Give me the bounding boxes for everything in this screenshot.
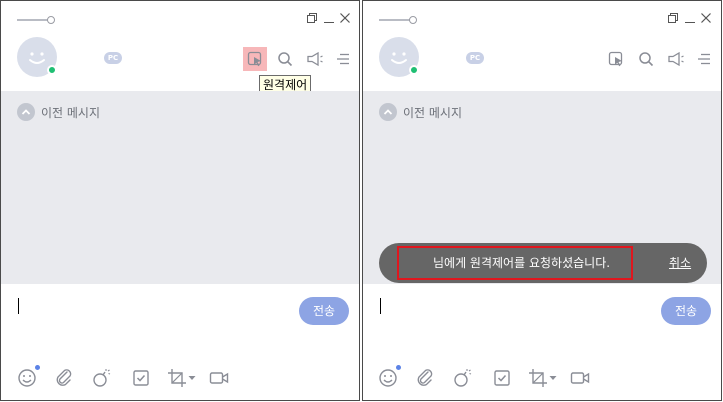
remote-control-button[interactable] (604, 47, 628, 71)
bomb-icon (454, 369, 472, 387)
new-emoji-dot (35, 365, 40, 370)
slider-knob[interactable] (409, 16, 417, 24)
video-icon (209, 372, 229, 384)
capture-button[interactable] (528, 368, 548, 388)
online-status-dot (409, 65, 419, 75)
remote-control-button[interactable] (243, 47, 267, 71)
new-emoji-dot (396, 365, 401, 370)
video-call-button[interactable] (570, 368, 590, 388)
previous-messages-button[interactable]: 이전 메시지 (17, 103, 100, 121)
emoji-button[interactable] (17, 368, 37, 388)
chevron-up-icon (17, 103, 35, 121)
attach-button[interactable] (54, 368, 74, 388)
slider-track (17, 19, 51, 21)
video-call-button[interactable] (209, 368, 229, 388)
checklist-button[interactable] (492, 368, 512, 388)
cancel-request-link[interactable]: 취소 (669, 243, 691, 283)
check-icon (133, 370, 149, 386)
search-icon (639, 52, 654, 67)
emoji-icon (379, 369, 397, 387)
previous-messages-button[interactable]: 이전 메시지 (379, 103, 462, 121)
capture-options-button[interactable] (548, 368, 558, 388)
bomb-icon (93, 369, 111, 387)
emoji-button[interactable] (378, 368, 398, 388)
previous-messages-label: 이전 메시지 (41, 105, 101, 120)
opacity-slider[interactable] (379, 16, 417, 24)
bomb-message-button[interactable] (91, 368, 111, 388)
restore-icon[interactable] (667, 12, 679, 24)
send-button[interactable]: 전송 (661, 297, 711, 325)
video-icon (570, 372, 590, 384)
text-caret (18, 298, 19, 314)
menu-button[interactable] (331, 47, 355, 71)
close-icon[interactable] (700, 12, 712, 24)
capture-options-button[interactable] (187, 368, 197, 388)
attach-icon (417, 369, 433, 386)
close-icon[interactable] (339, 12, 351, 24)
attach-button[interactable] (415, 368, 435, 388)
menu-button[interactable] (692, 47, 716, 71)
menu-icon (698, 53, 710, 65)
pc-badge: PC (466, 52, 484, 64)
caret-down-icon (188, 376, 196, 380)
emoji-icon (18, 369, 36, 387)
chevron-up-icon (379, 103, 397, 121)
remote-control-request-banner: 님에게 원격제어를 요청하셨습니다. 취소 (379, 243, 707, 283)
minimize-icon[interactable] (323, 12, 335, 24)
check-icon (494, 370, 510, 386)
search-button[interactable] (273, 47, 297, 71)
capture-button[interactable] (167, 368, 187, 388)
announcement-icon (668, 51, 684, 67)
pc-badge: PC (104, 52, 122, 64)
text-caret (380, 298, 381, 314)
search-button[interactable] (634, 47, 658, 71)
bomb-message-button[interactable] (452, 368, 472, 388)
slider-knob[interactable] (47, 16, 55, 24)
announcement-button[interactable] (664, 47, 688, 71)
menu-icon (337, 53, 349, 65)
checklist-button[interactable] (131, 368, 151, 388)
message-input-area[interactable]: 전송 (363, 284, 721, 400)
chat-area: 이전 메시지 님에게 원격제어를 요청하셨습니다. 취소 (363, 91, 721, 284)
announcement-button[interactable] (303, 47, 327, 71)
online-status-dot (47, 65, 57, 75)
request-message: 님에게 원격제어를 요청하셨습니다. (433, 256, 611, 270)
chat-window-right: PC 이전 메시지 님에게 원격제어를 요청하셨습니다. 취소 전송 (362, 0, 722, 401)
crop-icon (168, 369, 186, 387)
search-icon (278, 52, 293, 67)
attach-icon (56, 369, 72, 386)
remote-control-icon (608, 51, 623, 67)
chat-window-left: PC 원격제어 이전 메시지 전송 (0, 0, 360, 401)
restore-icon[interactable] (306, 12, 318, 24)
previous-messages-label: 이전 메시지 (403, 105, 463, 120)
minimize-icon[interactable] (684, 12, 696, 24)
message-input-area[interactable]: 전송 (1, 284, 359, 400)
send-button[interactable]: 전송 (299, 297, 349, 325)
chat-area: 이전 메시지 (1, 91, 359, 284)
announcement-icon (307, 51, 323, 67)
opacity-slider[interactable] (17, 16, 55, 24)
crop-icon (529, 369, 547, 387)
caret-down-icon (549, 376, 557, 380)
remote-control-icon (247, 51, 262, 67)
slider-track (379, 19, 413, 21)
